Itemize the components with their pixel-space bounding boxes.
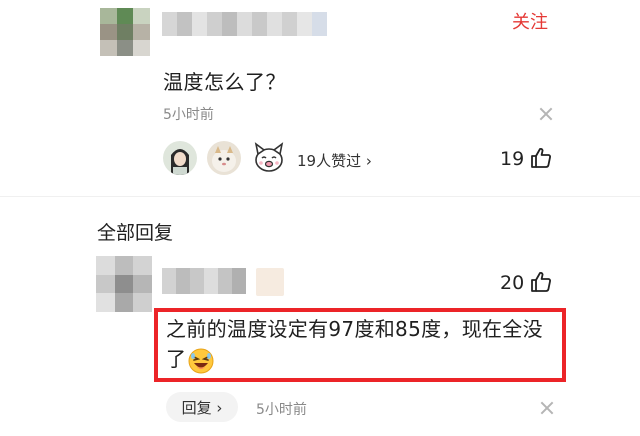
post-timestamp: 5小时前	[163, 107, 214, 123]
thumbs-up-icon[interactable]	[529, 146, 553, 170]
avatar[interactable]	[96, 256, 152, 312]
liker-avatar[interactable]	[163, 141, 197, 175]
thumbs-up-icon[interactable]	[529, 270, 553, 294]
laughing-emoji-icon	[188, 348, 214, 374]
liker-avatar[interactable]	[251, 141, 285, 175]
liker-avatar[interactable]	[207, 141, 241, 175]
post-like-count: 19	[500, 148, 525, 170]
follow-button[interactable]: 关注	[512, 8, 548, 34]
username-blurred[interactable]	[162, 12, 327, 36]
reply-button[interactable]: 回复 ›	[166, 392, 238, 422]
close-icon[interactable]	[540, 401, 554, 415]
reply-text: 之前的温度设定有97度和85度，现在全没了	[166, 314, 562, 374]
likers-link[interactable]: 19人赞过 ›	[297, 150, 372, 171]
post-text: 温度怎么了？	[163, 70, 286, 94]
reply-text-content: 之前的温度设定有97度和85度，现在全没了	[166, 317, 543, 371]
user-badge-blurred	[256, 268, 284, 296]
all-replies-heading: 全部回复	[97, 222, 174, 244]
avatar[interactable]	[100, 8, 150, 56]
reply-timestamp: 5小时前	[256, 402, 307, 418]
section-divider	[0, 196, 640, 197]
reply-like-count: 20	[500, 272, 525, 294]
username-blurred[interactable]	[162, 268, 246, 294]
close-icon[interactable]	[539, 107, 553, 121]
